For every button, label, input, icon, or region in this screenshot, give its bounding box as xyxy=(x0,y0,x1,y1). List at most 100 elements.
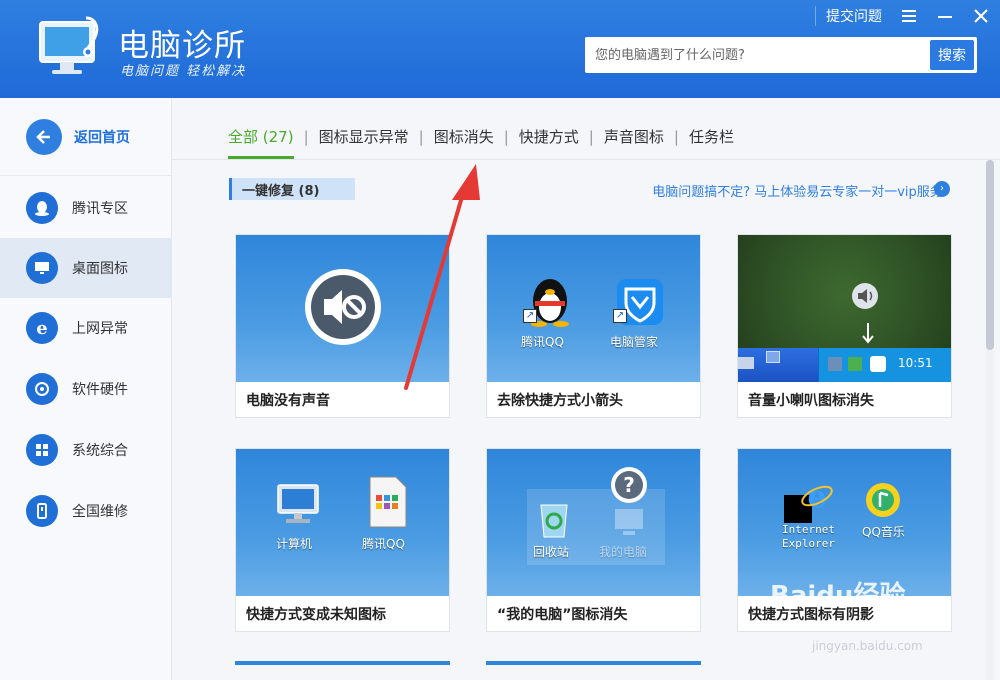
shortcut-arrow-icon: ↗ xyxy=(613,309,627,323)
phone-icon xyxy=(26,495,58,527)
card-title: “我的电脑”图标消失 xyxy=(497,607,628,623)
menu-icon[interactable] xyxy=(900,7,918,25)
content-scrollbar[interactable] xyxy=(986,160,994,680)
tab-separator: | xyxy=(418,127,424,146)
svg-text:?: ? xyxy=(623,473,635,497)
window-controls: 提交问题 xyxy=(815,6,990,26)
svg-text:e: e xyxy=(807,480,826,513)
card-thumbnail xyxy=(236,235,449,382)
search-input[interactable] xyxy=(585,38,930,72)
pc-manager-tray-icon xyxy=(870,356,886,372)
desktop-icon-label: Internet Explorer xyxy=(782,523,835,550)
minimize-icon[interactable] xyxy=(936,7,954,25)
card-title: 电脑没有声音 xyxy=(246,393,330,409)
section-title: 一键修复 (8) xyxy=(229,178,355,200)
desktop-icon-label: 腾讯QQ xyxy=(362,537,405,551)
penguin-icon xyxy=(26,192,58,224)
sidebar-item-software-hardware[interactable]: 软件硬件 xyxy=(0,359,172,419)
down-arrow-icon xyxy=(862,323,874,344)
sidebar-item-label: 软件硬件 xyxy=(72,382,128,398)
card-title: 音量小喇叭图标消失 xyxy=(748,393,874,409)
windows-icon xyxy=(26,434,58,466)
sidebar-item-label: 桌面图标 xyxy=(72,261,128,277)
tab-separator: | xyxy=(303,127,309,146)
recycle-bin-icon xyxy=(540,504,568,538)
search-box: 搜索 xyxy=(585,37,977,73)
sidebar-item-label: 腾讯专区 xyxy=(72,201,128,217)
shortcut-arrow-icon: ↗ xyxy=(523,309,537,323)
scrollbar-thumb[interactable] xyxy=(986,160,994,350)
card-title: 去除快捷方式小箭头 xyxy=(497,393,623,409)
computer-icon xyxy=(277,484,319,523)
fix-card-volume-icon[interactable]: 10:51 音量小喇叭图标消失 xyxy=(737,234,952,418)
sidebar-item-label: 系统综合 xyxy=(72,443,128,459)
tab-icon-display[interactable]: 图标显示异常 xyxy=(319,126,409,147)
desktop-icon-label: 回收站 xyxy=(533,545,570,559)
sidebar-item-system[interactable]: 系统综合 xyxy=(0,420,172,480)
desktop-icon-label: 电脑管家 xyxy=(610,335,659,349)
sidebar-item-tencent[interactable]: 腾讯专区 xyxy=(0,178,172,238)
keyboard-icon xyxy=(738,357,754,369)
sidebar-item-network[interactable]: e 上网异常 xyxy=(0,298,172,358)
fix-card-no-sound[interactable]: 电脑没有声音 xyxy=(235,234,450,418)
window-icon xyxy=(766,351,780,363)
tray-clock: 10:51 xyxy=(898,356,933,370)
sidebar-item-desktop-icons[interactable]: 桌面图标 xyxy=(0,238,172,298)
network-icon xyxy=(828,357,842,371)
search-button[interactable]: 搜索 xyxy=(930,40,974,70)
tab-separator: | xyxy=(503,127,509,146)
question-mark-icon: ? xyxy=(611,467,647,503)
card-thumbnail: e Internet Explorer QQ音乐 xyxy=(738,449,951,596)
vip-promo-link[interactable]: 电脑问题搞不定? 马上体验易云专家一对一vip服务! xyxy=(652,181,948,200)
close-icon[interactable] xyxy=(972,7,990,25)
card-title: 快捷方式变成未知图标 xyxy=(246,607,386,623)
fix-card-my-computer[interactable]: ? 回收站 我的电脑 “我的电脑”图标消失 xyxy=(486,448,701,632)
tab-icon-missing[interactable]: 图标消失 xyxy=(434,126,494,147)
sidebar-home-label: 返回首页 xyxy=(74,129,130,146)
desktop-icon-label: 计算机 xyxy=(276,537,313,551)
back-arrow-icon xyxy=(26,118,62,155)
baidu-watermark: Baidu经验 xyxy=(770,581,906,611)
tab-sound-icon[interactable]: 声音图标 xyxy=(604,126,664,147)
ie-icon: e xyxy=(26,312,58,344)
tab-separator: | xyxy=(588,127,594,146)
app-slogan: 电脑问题 轻松解决 xyxy=(120,64,247,79)
sidebar-item-label: 全国维修 xyxy=(72,504,128,520)
next-card-edge xyxy=(486,661,701,665)
next-card-edge xyxy=(235,661,450,665)
tab-all[interactable]: 全部 (27) xyxy=(228,126,294,159)
my-computer-faded-icon xyxy=(615,509,643,535)
ie-browser-icon: e xyxy=(801,480,833,513)
watermark-url: jingyan.baidu.com xyxy=(812,639,923,653)
sidebar-home-button[interactable]: 返回首页 xyxy=(0,98,172,176)
app-logo-icon xyxy=(39,16,99,74)
desktop-icon-label: 我的电脑 xyxy=(599,545,648,559)
chevron-right-icon[interactable]: › xyxy=(934,181,950,197)
app-title: 电脑诊所 xyxy=(118,28,246,64)
sidebar: 返回首页 腾讯专区 桌面图标 e 上网异常 软件硬件 系统综合 全国维修 xyxy=(0,98,172,680)
fix-card-shortcut-arrow[interactable]: ↗ ↗ 腾讯QQ 电脑管家 去除快捷方式小箭头 xyxy=(486,234,701,418)
tab-shortcuts[interactable]: 快捷方式 xyxy=(519,126,579,147)
sidebar-item-label: 上网异常 xyxy=(72,321,128,337)
card-thumbnail: ↗ ↗ 腾讯QQ 电脑管家 xyxy=(487,235,700,382)
app-header: 电脑诊所 电脑问题 轻松解决 提交问题 搜索 xyxy=(0,0,1000,98)
speaker-icon xyxy=(852,283,878,309)
tabs-divider xyxy=(172,159,1000,160)
shield-icon xyxy=(848,357,862,371)
desktop-icon-label: QQ音乐 xyxy=(862,525,905,539)
tab-separator: | xyxy=(673,127,679,146)
qq-music-icon xyxy=(866,483,900,517)
speaker-mute-icon xyxy=(305,269,381,345)
monitor-icon xyxy=(26,252,58,284)
puzzle-icon xyxy=(26,373,58,405)
desktop-icon-label: 腾讯QQ xyxy=(521,335,564,349)
tab-taskbar[interactable]: 任务栏 xyxy=(689,126,734,147)
card-thumbnail: 10:51 xyxy=(738,235,951,382)
sidebar-item-repair[interactable]: 全国维修 xyxy=(0,481,172,541)
card-thumbnail: 计算机 腾讯QQ xyxy=(236,449,449,596)
unknown-file-icon xyxy=(369,476,407,528)
submit-feedback-link[interactable]: 提交问题 xyxy=(815,6,882,26)
category-tabs: 全部 (27) | 图标显示异常 | 图标消失 | 快捷方式 | 声音图标 | … xyxy=(228,126,734,159)
card-thumbnail: ? 回收站 我的电脑 xyxy=(487,449,700,596)
fix-card-unknown-icon[interactable]: 计算机 腾讯QQ 快捷方式变成未知图标 xyxy=(235,448,450,632)
